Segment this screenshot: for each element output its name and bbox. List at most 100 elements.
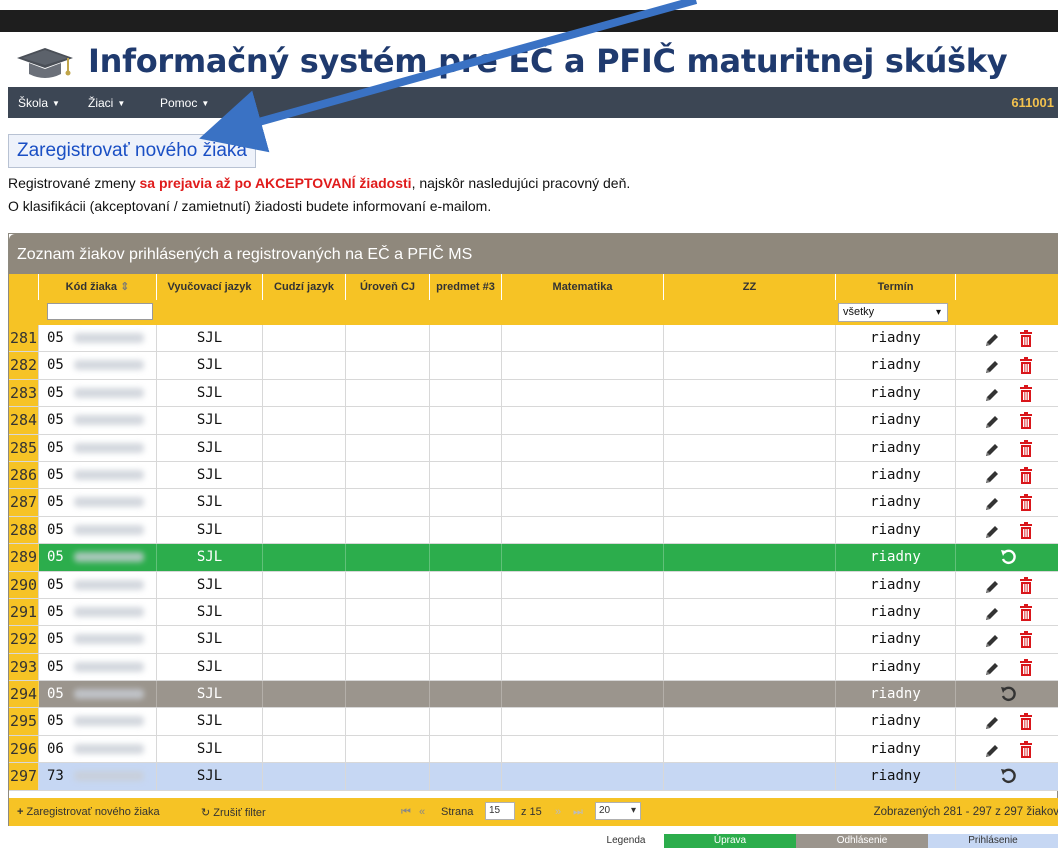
- register-new-student-button[interactable]: Zaregistrovať nového žiaka: [8, 134, 256, 168]
- table-row[interactable]: 290 05 SJL riadny: [9, 571, 1058, 599]
- language-level-cell: [346, 735, 430, 763]
- table-row[interactable]: 288 05 SJL riadny: [9, 516, 1058, 545]
- nav-menu-pomoc[interactable]: Pomoc ▼: [160, 96, 209, 110]
- delete-trash-icon[interactable]: [1019, 658, 1033, 676]
- redacted-blur: [73, 716, 144, 727]
- edit-pencil-icon[interactable]: [984, 742, 1000, 758]
- table-row[interactable]: 289 05 SJL riadny: [9, 544, 1058, 572]
- header-student-code[interactable]: Kód žiaka ⇕: [39, 274, 157, 300]
- undo-icon[interactable]: [1000, 767, 1018, 785]
- math-cell: [502, 379, 664, 407]
- table-row[interactable]: 285 05 SJL riadny: [9, 434, 1058, 462]
- nav-menu-ziaci[interactable]: Žiaci ▼: [88, 96, 125, 110]
- edit-pencil-icon[interactable]: [984, 605, 1000, 621]
- undo-icon[interactable]: [1000, 685, 1018, 703]
- table-row[interactable]: 293 05 SJL riadny: [9, 653, 1058, 682]
- table-row[interactable]: 296 06 SJL riadny: [9, 735, 1058, 764]
- edit-pencil-icon[interactable]: [984, 468, 1000, 484]
- language-level-cell: [346, 489, 430, 516]
- first-page-icon[interactable]: ⏮: [401, 806, 411, 819]
- page-number-input[interactable]: 15: [485, 802, 515, 820]
- edit-pencil-icon[interactable]: [984, 632, 1000, 648]
- page-size-select[interactable]: 20 ▾: [595, 802, 641, 820]
- nav-menu-label: Škola: [18, 96, 49, 110]
- code-filter-input[interactable]: [47, 303, 153, 320]
- delete-trash-icon[interactable]: [1019, 713, 1033, 731]
- edit-pencil-icon[interactable]: [984, 358, 1000, 374]
- nav-menu-label: Žiaci: [88, 96, 114, 110]
- student-code: 73: [47, 768, 64, 785]
- header-term[interactable]: Termín: [836, 274, 956, 300]
- page-label: Strana: [441, 806, 474, 818]
- table-row[interactable]: 291 05 SJL riadny: [9, 598, 1058, 627]
- table-row[interactable]: 294 05 SJL riadny: [9, 681, 1058, 709]
- student-code: 05: [47, 494, 64, 511]
- redacted-blur: [73, 579, 144, 590]
- student-code-cell: 05: [39, 434, 157, 461]
- table-row[interactable]: 281 05 SJL riadny: [9, 325, 1058, 353]
- teaching-language-cell: SJL: [157, 763, 263, 790]
- table-row[interactable]: 295 05 SJL riadny: [9, 708, 1058, 736]
- delete-trash-icon[interactable]: [1019, 521, 1033, 539]
- term-cell: riadny: [836, 407, 956, 434]
- delete-trash-icon[interactable]: [1019, 576, 1033, 594]
- subject-3-cell: [430, 434, 502, 461]
- undo-icon[interactable]: [1000, 548, 1018, 566]
- row-actions: [956, 462, 1058, 488]
- student-code: 06: [47, 740, 64, 757]
- delete-trash-icon[interactable]: [1019, 494, 1033, 512]
- pager-add-student[interactable]: + Zaregistrovať nového žiaka: [17, 806, 160, 818]
- edit-pencil-icon[interactable]: [984, 523, 1000, 539]
- delete-trash-icon[interactable]: [1019, 330, 1033, 347]
- math-cell: [502, 434, 664, 461]
- header-zz[interactable]: ZZ: [664, 274, 836, 300]
- delete-trash-icon[interactable]: [1019, 740, 1033, 758]
- subject-3-cell: [430, 544, 502, 571]
- row-number: 296: [9, 735, 39, 763]
- header-math[interactable]: Matematika: [502, 274, 664, 300]
- last-page-icon[interactable]: ⏭: [573, 806, 583, 819]
- edit-pencil-icon[interactable]: [984, 441, 1000, 457]
- delete-trash-icon[interactable]: [1019, 439, 1033, 457]
- edit-pencil-icon[interactable]: [984, 495, 1000, 511]
- delete-trash-icon[interactable]: [1019, 466, 1033, 484]
- header-foreign-language[interactable]: Cudzí jazyk: [263, 274, 346, 300]
- delete-trash-icon[interactable]: [1019, 631, 1033, 649]
- term-filter-select[interactable]: všetky ▾: [838, 303, 948, 322]
- foreign-language-cell: [263, 489, 346, 516]
- edit-pencil-icon[interactable]: [984, 660, 1000, 676]
- header-teaching-language[interactable]: Vyučovací jazyk: [157, 274, 263, 300]
- table-row[interactable]: 287 05 SJL riadny: [9, 489, 1058, 517]
- table-row[interactable]: 297 73 SJL riadny: [9, 763, 1058, 791]
- table-row[interactable]: 286 05 SJL riadny: [9, 461, 1058, 490]
- row-actions: [956, 736, 1058, 762]
- header-language-level[interactable]: Úroveň CJ: [346, 274, 430, 300]
- edit-pencil-icon[interactable]: [984, 331, 1000, 347]
- edit-pencil-icon[interactable]: [984, 386, 1000, 402]
- redacted-blur: [73, 360, 144, 371]
- delete-trash-icon[interactable]: [1019, 603, 1033, 621]
- edit-pencil-icon[interactable]: [984, 714, 1000, 730]
- pager-clear-filter[interactable]: ↻ Zrušiť filter: [201, 806, 266, 819]
- edit-pencil-icon[interactable]: [984, 578, 1000, 594]
- student-code-cell: 05: [39, 626, 157, 653]
- delete-trash-icon[interactable]: [1019, 412, 1033, 430]
- edit-pencil-icon[interactable]: [984, 413, 1000, 429]
- language-level-cell: [346, 516, 430, 544]
- table-row[interactable]: 284 05 SJL riadny: [9, 407, 1058, 435]
- table-row[interactable]: 292 05 SJL riadny: [9, 626, 1058, 654]
- panel-title-bar: Zoznam žiakov prihlásených a registrovan…: [9, 234, 1058, 274]
- language-level-cell: [346, 407, 430, 434]
- header-subject-3[interactable]: predmet #3: [430, 274, 502, 300]
- subject-3-cell: [430, 708, 502, 735]
- next-page-icon[interactable]: »: [555, 806, 561, 818]
- row-number: 282: [9, 352, 39, 379]
- math-cell: [502, 407, 664, 434]
- nav-menu-skola[interactable]: Škola ▼: [18, 96, 60, 110]
- table-row[interactable]: 283 05 SJL riadny: [9, 379, 1058, 408]
- delete-trash-icon[interactable]: [1019, 384, 1033, 402]
- table-row[interactable]: 282 05 SJL riadny: [9, 352, 1058, 380]
- student-code: 05: [47, 658, 64, 675]
- delete-trash-icon[interactable]: [1019, 357, 1033, 375]
- prev-page-icon[interactable]: «: [419, 806, 425, 818]
